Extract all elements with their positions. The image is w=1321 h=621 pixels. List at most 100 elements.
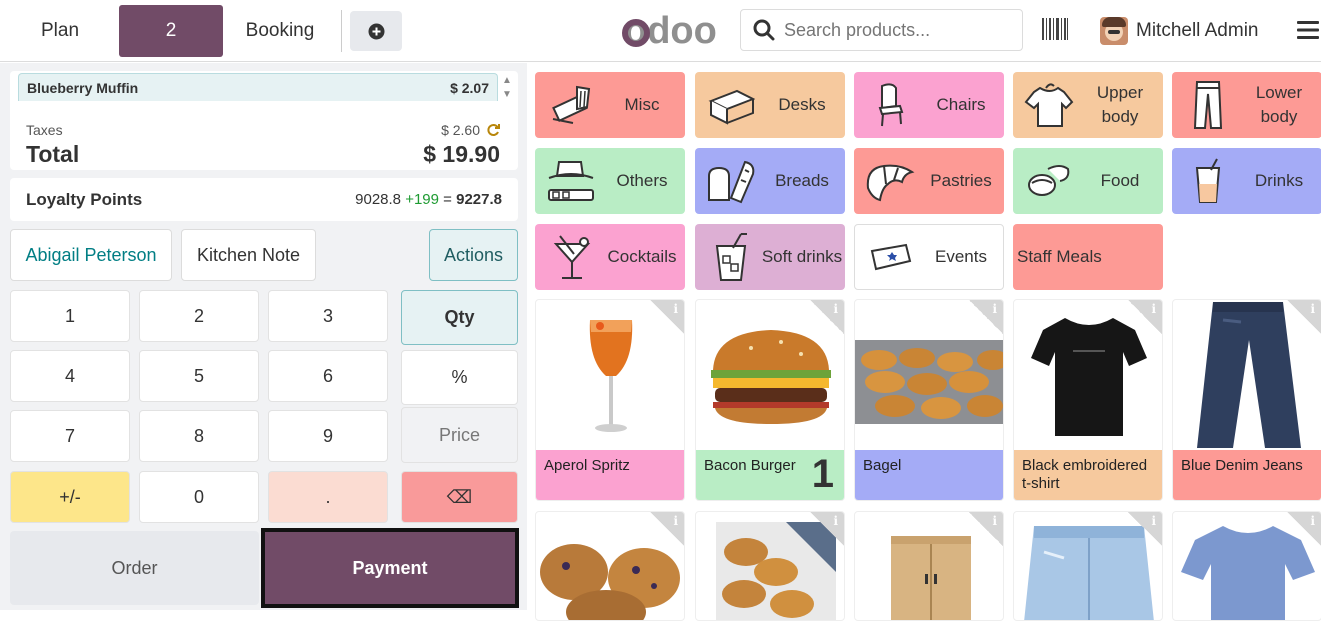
misc-icon xyxy=(543,77,599,133)
category-label: Events xyxy=(935,247,987,266)
scroll-arrows-icon[interactable]: ▲ ▼ xyxy=(502,74,512,102)
category-label: Misc xyxy=(624,95,660,114)
product-card[interactable]: i xyxy=(535,511,685,621)
category-cocktails[interactable]: Cocktails xyxy=(535,224,685,290)
total-label: Total xyxy=(26,141,80,167)
numpad-key-4[interactable]: 4 xyxy=(10,350,130,402)
product-card[interactable]: i xyxy=(695,511,845,621)
booking-button[interactable]: Booking xyxy=(226,5,334,57)
search-icon xyxy=(753,19,775,41)
price-mode-button[interactable]: Price xyxy=(401,407,518,463)
avatar xyxy=(1100,17,1128,45)
category-misc[interactable]: Misc xyxy=(535,72,685,138)
kitchen-note-button[interactable]: Kitchen Note xyxy=(181,229,316,281)
category-soft-drinks[interactable]: Soft drinks xyxy=(695,224,845,290)
product-card[interactable]: i xyxy=(1172,511,1321,621)
chair-icon xyxy=(862,77,918,133)
backspace-icon[interactable]: ⌫ xyxy=(401,471,518,523)
add-order-button[interactable] xyxy=(350,11,402,51)
discount-mode-button[interactable]: % xyxy=(401,350,518,405)
info-icon[interactable]: i xyxy=(1287,512,1321,546)
bread-icon xyxy=(703,153,759,209)
total-value: $ 19.90 xyxy=(423,141,500,167)
category-label: Soft drinks xyxy=(761,247,843,266)
ticket-icon xyxy=(863,229,919,285)
hamburger-menu-icon[interactable] xyxy=(1297,20,1319,40)
numpad-key-0[interactable]: 0 xyxy=(139,471,259,523)
taxes-value: $ 2.60 xyxy=(441,122,500,138)
taxes-amount: $ 2.60 xyxy=(441,122,480,138)
top-bar: Plan 2 Booking odoo Mitchell Admin xyxy=(0,0,1321,62)
odoo-logo: odoo xyxy=(622,10,717,52)
info-icon[interactable]: i xyxy=(1128,512,1162,546)
category-staff-meals[interactable]: Staff Meals xyxy=(1013,224,1163,290)
loyalty-new-total: 9227.8 xyxy=(456,191,502,208)
product-card[interactable]: i Blue Denim Jeans xyxy=(1172,299,1321,501)
refresh-icon[interactable] xyxy=(486,123,500,137)
info-icon[interactable]: i xyxy=(810,512,844,546)
qty-mode-button[interactable]: Qty xyxy=(401,290,518,345)
category-chairs[interactable]: Chairs xyxy=(854,72,1004,138)
user-menu[interactable]: Mitchell Admin xyxy=(1100,14,1259,48)
numpad-key-7[interactable]: 7 xyxy=(10,410,130,462)
search-input[interactable] xyxy=(784,19,1004,41)
category-food[interactable]: Food xyxy=(1013,148,1163,214)
product-card[interactable]: i Black embroidered t-shirt xyxy=(1013,299,1163,501)
category-label: Others xyxy=(616,171,668,190)
soft-drink-icon xyxy=(703,229,759,285)
actions-button[interactable]: Actions xyxy=(429,229,518,281)
category-label: Chairs xyxy=(936,95,986,114)
numpad-key-2[interactable]: 2 xyxy=(139,290,259,342)
numpad-key-5[interactable]: 5 xyxy=(139,350,259,402)
plan-button[interactable]: Plan xyxy=(4,5,116,57)
payment-button[interactable]: Payment xyxy=(261,528,519,608)
table-button[interactable]: 2 xyxy=(119,5,223,57)
drink-icon xyxy=(1180,153,1236,209)
loyalty-current: 9028.8 xyxy=(355,191,402,208)
product-card[interactable]: i Bacon Burger 1 xyxy=(695,299,845,501)
loyalty-values: 9028.8 +199 = 9227.8 xyxy=(355,191,502,208)
barcode-icon[interactable] xyxy=(1042,18,1068,40)
info-icon[interactable]: i xyxy=(650,300,684,334)
plus-minus-key[interactable]: +/- xyxy=(10,471,130,523)
category-pastries[interactable]: Pastries xyxy=(854,148,1004,214)
customer-button[interactable]: Abigail Peterson xyxy=(10,229,172,281)
category-label: Food xyxy=(1100,171,1140,190)
divider xyxy=(341,10,342,52)
info-icon[interactable]: i xyxy=(650,512,684,546)
category-drinks[interactable]: Drinks xyxy=(1172,148,1321,214)
category-events[interactable]: Events xyxy=(854,224,1004,290)
numpad-key-6[interactable]: 6 xyxy=(268,350,388,402)
category-upper-body[interactable]: Upper body xyxy=(1013,72,1163,138)
order-line[interactable]: Blueberry Muffin $ 2.07 xyxy=(18,73,498,101)
order-summary: Blueberry Muffin $ 2.07 ▲ ▼ Taxes $ 2.60 … xyxy=(10,71,518,170)
numpad-key-1[interactable]: 1 xyxy=(10,290,130,342)
numpad-key-8[interactable]: 8 xyxy=(139,410,259,462)
info-icon[interactable]: i xyxy=(969,512,1003,546)
category-breads[interactable]: Breads xyxy=(695,148,845,214)
category-lower-body[interactable]: Lower body xyxy=(1172,72,1321,138)
info-icon[interactable]: i xyxy=(1287,300,1321,334)
order-button[interactable]: Order xyxy=(10,531,259,605)
taxes-label: Taxes xyxy=(26,122,63,138)
order-line-name: Blueberry Muffin xyxy=(27,79,139,96)
category-label: Upper body xyxy=(1096,83,1144,126)
loyalty-added: +199 xyxy=(405,191,439,208)
trousers-icon xyxy=(1180,77,1236,133)
numpad-key-3[interactable]: 3 xyxy=(268,290,388,342)
product-card[interactable]: i Aperol Spritz xyxy=(535,299,685,501)
search-bar[interactable] xyxy=(740,9,1023,51)
product-card[interactable]: i Bagel xyxy=(854,299,1004,501)
category-desks[interactable]: Desks xyxy=(695,72,845,138)
croissant-icon xyxy=(862,153,918,209)
decimal-key[interactable]: . xyxy=(268,471,388,523)
info-icon[interactable]: i xyxy=(969,300,1003,334)
info-icon[interactable]: i xyxy=(1128,300,1162,334)
numpad-key-9[interactable]: 9 xyxy=(268,410,388,462)
info-icon[interactable]: i xyxy=(810,300,844,334)
category-others[interactable]: Others xyxy=(535,148,685,214)
product-card[interactable]: i xyxy=(1013,511,1163,621)
category-label: Pastries xyxy=(930,171,992,190)
product-card[interactable]: i xyxy=(854,511,1004,621)
order-panel: Blueberry Muffin $ 2.07 ▲ ▼ Taxes $ 2.60 … xyxy=(0,63,527,610)
